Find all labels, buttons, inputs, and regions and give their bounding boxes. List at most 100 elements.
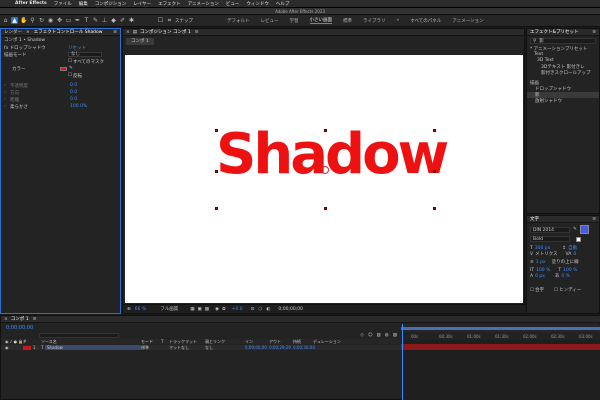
timeline-track-area[interactable]: 00s 00:30s 01:00s 01:30s 02:00s 02:30s 0… xyxy=(401,324,600,400)
menu-layer[interactable]: レイヤー xyxy=(133,1,151,7)
menu-window[interactable]: ウィンドウ xyxy=(246,1,269,7)
composition-canvas[interactable]: Shadow xyxy=(125,55,523,303)
preset-search[interactable]: ⚲ 影 xyxy=(530,38,596,44)
vscale-value[interactable]: 100 % xyxy=(536,268,550,273)
panel-menu-icon[interactable]: ≡ xyxy=(592,30,596,35)
timeline-search-input[interactable] xyxy=(39,333,119,338)
home-icon[interactable]: ⌂ xyxy=(2,17,9,24)
camera-tool-icon[interactable]: ◉ xyxy=(47,17,54,24)
tab-effect-controls[interactable]: エフェクトコントロール Shadow xyxy=(34,29,103,35)
col-source-name[interactable]: ソース名 xyxy=(41,339,141,345)
stroke-mode-select[interactable]: 塗りの上に線 xyxy=(552,259,579,265)
font-family-select[interactable]: DIN 2014 xyxy=(530,226,570,233)
workspace-review[interactable]: レビュー xyxy=(261,18,279,24)
close-icon[interactable]: × xyxy=(26,30,30,35)
baseline-value[interactable]: 0 px xyxy=(535,274,545,279)
tab-effects-presets[interactable]: エフェクト&プリセット xyxy=(530,29,579,35)
graph-editor-icon[interactable]: ▨ xyxy=(393,333,397,338)
camera-icon[interactable]: ◉ xyxy=(215,307,219,312)
workspace-learn[interactable]: 学習 xyxy=(290,18,299,24)
layer-duration[interactable]: 0;00;30;00 xyxy=(293,345,317,350)
kerning-value[interactable]: メトリクス xyxy=(535,251,557,257)
mask-icon[interactable]: ▣ xyxy=(197,307,201,312)
search-input[interactable]: 影 xyxy=(539,38,544,44)
prop-value[interactable]: 100.0% xyxy=(70,104,87,109)
resolution-select[interactable]: フル画質 xyxy=(160,306,178,312)
panel-menu-icon[interactable]: ≡ xyxy=(113,30,117,35)
eraser-tool-icon[interactable]: ◆ xyxy=(110,17,117,24)
tsume-value[interactable]: 0 % xyxy=(561,274,570,279)
transform-handle[interactable] xyxy=(433,170,436,173)
tracking-value[interactable]: 0 xyxy=(573,252,576,257)
tab-composition[interactable]: コンポジション コンポ 1 xyxy=(140,29,191,35)
3d-icon[interactable]: ⬡ xyxy=(258,307,262,312)
transform-handle[interactable] xyxy=(433,129,436,132)
layer-duration-bar[interactable] xyxy=(401,344,600,350)
font-style-select[interactable]: Bold xyxy=(530,236,570,242)
workspace-libraries[interactable]: ライブラリ xyxy=(363,18,386,24)
timeline-timecode[interactable]: 0;00;00;00 xyxy=(6,325,33,331)
fill-color-swatch[interactable] xyxy=(579,225,589,234)
transform-handle[interactable] xyxy=(324,207,327,210)
draft-3d-icon[interactable]: ◇ xyxy=(360,333,363,338)
magnify-icon[interactable]: ⊕ xyxy=(127,307,131,312)
panel-menu-icon[interactable]: ≡ xyxy=(195,30,199,35)
workspace-default[interactable]: デフォルト xyxy=(227,18,250,24)
menu-app[interactable]: After Effects xyxy=(15,1,47,6)
view-icon[interactable]: ⊡ xyxy=(251,307,255,312)
workspace-animation[interactable]: アニメーション xyxy=(452,18,483,24)
layer-row[interactable]: ◉ 1 T Shadow 標準 マットなし なし 0;00;00;00 0;00… xyxy=(1,345,401,350)
selection-tool-icon[interactable]: ▲ xyxy=(11,17,18,24)
snap-checkbox-icon[interactable]: ☐ xyxy=(157,17,164,24)
invert-checkbox[interactable]: ☐ xyxy=(68,73,72,78)
comp-subtab[interactable]: コンポ 1 xyxy=(126,38,154,45)
zoom-tool-icon[interactable]: ⚲ xyxy=(29,17,36,24)
transform-handle[interactable] xyxy=(215,170,218,173)
menu-effect[interactable]: エフェクト xyxy=(158,1,181,7)
puppet-tool-icon[interactable]: ✱ xyxy=(128,17,135,24)
layer-in[interactable]: 0;00;00;00 xyxy=(245,345,269,350)
transform-handle[interactable] xyxy=(215,129,218,132)
current-time[interactable]: 0;00;00;00 xyxy=(278,307,303,312)
tab-timeline-comp[interactable]: コンポ 1 xyxy=(11,316,29,322)
close-icon[interactable]: × xyxy=(126,30,130,35)
work-area-range[interactable] xyxy=(401,326,600,330)
panel-menu-icon[interactable]: ≡ xyxy=(592,217,596,222)
apple-icon[interactable] xyxy=(5,1,11,7)
close-icon[interactable]: × xyxy=(4,317,8,322)
all-masks-checkbox[interactable]: ☐ xyxy=(68,59,72,64)
layer-name[interactable]: Shadow xyxy=(45,345,141,350)
preset-item[interactable]: 放射シャドウ xyxy=(527,98,599,104)
blend-mode-select[interactable]: なし xyxy=(68,52,102,57)
workspace-standard[interactable]: 標準 xyxy=(343,18,352,24)
layer-matte[interactable]: マットなし xyxy=(169,345,205,351)
stroke-color-swatch[interactable] xyxy=(576,236,581,242)
panel-menu-icon[interactable]: ≡ xyxy=(33,317,37,322)
workspace-all-panels[interactable]: すべてのパネル xyxy=(410,18,441,24)
menu-edit[interactable]: 編集 xyxy=(79,1,88,7)
label-color-chip[interactable] xyxy=(23,345,31,350)
hindi-checkbox[interactable]: ☐ xyxy=(554,288,558,293)
transparency-icon[interactable]: ▩ xyxy=(205,307,209,312)
color-icon[interactable]: ✿ xyxy=(222,307,226,312)
grid-icon[interactable]: ▦ xyxy=(190,307,194,312)
menu-animation[interactable]: アニメーション xyxy=(188,1,219,7)
col-duration[interactable]: 持続 xyxy=(293,339,313,345)
workspace-overflow[interactable]: » xyxy=(397,18,400,23)
menu-file[interactable]: ファイル xyxy=(54,1,72,7)
pan-behind-tool-icon[interactable]: ✥ xyxy=(56,17,63,24)
roto-tool-icon[interactable]: ✐ xyxy=(119,17,126,24)
exposure-value[interactable]: +0.0 xyxy=(232,307,243,312)
effect-row-drop-shadow[interactable]: fx ドロップシャドウ リセット xyxy=(1,44,120,51)
pen-tool-icon[interactable]: ✒ xyxy=(74,17,81,24)
tab-character[interactable]: 文字 xyxy=(530,216,539,222)
menu-view[interactable]: ビュー xyxy=(226,1,240,7)
rotate-tool-icon[interactable]: ↻ xyxy=(38,17,45,24)
layer-out[interactable]: 0;00;29;29 xyxy=(269,345,293,350)
color-swatch[interactable] xyxy=(60,66,67,71)
transform-handle[interactable] xyxy=(324,129,327,132)
canvas-text-layer[interactable]: Shadow xyxy=(216,125,449,185)
work-area-bar[interactable] xyxy=(401,324,600,332)
stamp-tool-icon[interactable]: ⊥ xyxy=(101,17,108,24)
hscale-value[interactable]: 100 % xyxy=(563,268,577,273)
